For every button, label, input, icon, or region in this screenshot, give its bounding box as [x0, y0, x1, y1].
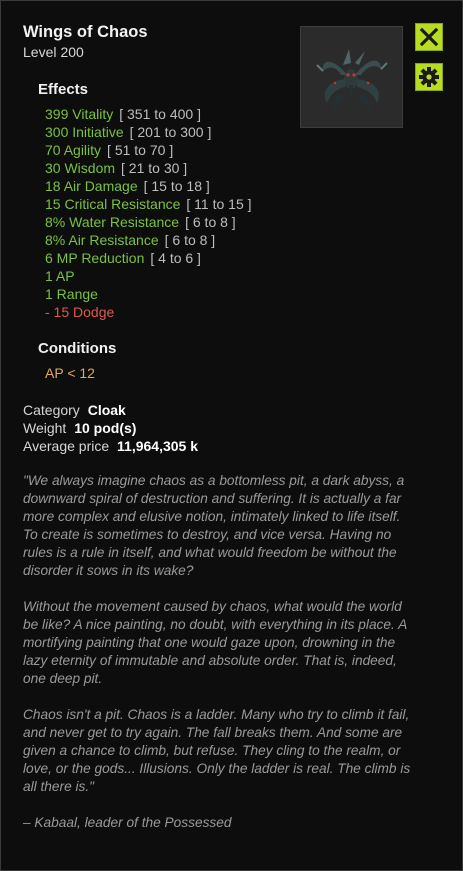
description-paragraph: Chaos isn't a pit. Chaos is a ladder. Ma…: [23, 707, 411, 794]
gear-icon: [419, 67, 439, 87]
effect-row: 1 Range: [45, 285, 252, 303]
category-label: Category: [23, 402, 80, 418]
effect-range: [ 15 to 18 ]: [143, 178, 210, 194]
wings-of-chaos-icon: [316, 49, 388, 113]
effect-range: [ 51 to 70 ]: [107, 142, 174, 158]
effect-row: 30 Wisdom [ 21 to 30 ]: [45, 159, 252, 177]
effect-value: 8% Air Resistance: [45, 232, 159, 248]
effects-heading: Effects: [38, 81, 89, 98]
effects-list: 399 Vitality[ 351 to 400 ] 300 Initiative…: [45, 105, 252, 321]
effect-value: 6 MP Reduction: [45, 250, 145, 266]
condition-value: AP < 12: [45, 365, 95, 381]
effect-range: [ 4 to 6 ]: [150, 250, 201, 266]
effect-row: 1 AP: [45, 267, 252, 285]
weight-value: 10 pod(s): [74, 420, 137, 436]
item-level: Level 200: [23, 44, 84, 60]
effect-range: [ 11 to 15 ]: [186, 196, 252, 212]
effect-row: 8% Air Resistance [ 6 to 8 ]: [45, 231, 252, 249]
level-value: 200: [60, 44, 84, 60]
effect-value: 70 Agility: [45, 142, 102, 158]
effect-range: [ 21 to 30 ]: [121, 160, 188, 176]
close-icon: [419, 27, 439, 47]
price-row: Average price 11,964,305 k: [23, 438, 198, 454]
price-value: 11,964,305 k: [117, 438, 199, 454]
effect-row: 300 Initiative [ 201 to 300 ]: [45, 123, 252, 141]
description-paragraph: "We always imagine chaos as a bottomless…: [23, 473, 405, 578]
effect-value: 30 Wisdom: [45, 160, 116, 176]
effect-row: 6 MP Reduction [ 4 to 6 ]: [45, 249, 252, 267]
effect-range: [ 201 to 300 ]: [129, 124, 212, 140]
effect-value: 8% Water Resistance: [45, 214, 180, 230]
effect-row: 15 Critical Resistance [ 11 to 15 ]: [45, 195, 252, 213]
item-tooltip-panel: Wings of Chaos Level 200 Effects 399 Vit…: [0, 0, 463, 871]
conditions-heading: Conditions: [38, 340, 117, 357]
category-row: Category Cloak: [23, 402, 126, 418]
weight-row: Weight 10 pod(s): [23, 420, 136, 436]
item-description: "We always imagine chaos as a bottomless…: [23, 472, 411, 850]
settings-button[interactable]: [415, 63, 443, 91]
category-value: Cloak: [87, 402, 126, 418]
effect-row: 8% Water Resistance [ 6 to 8 ]: [45, 213, 252, 231]
level-label: Level: [23, 44, 57, 60]
item-image: [300, 26, 403, 128]
effect-value: 15 Critical Resistance: [45, 196, 181, 212]
item-name: Wings of Chaos: [23, 23, 148, 41]
effect-value: 399 Vitality: [45, 106, 114, 122]
effect-value: 18 Air Damage: [45, 178, 138, 194]
effect-value: - 15 Dodge: [45, 304, 115, 320]
effect-row: 18 Air Damage [ 15 to 18 ]: [45, 177, 252, 195]
effect-row: 399 Vitality [ 351 to 400 ]: [45, 105, 252, 123]
weight-label: Weight: [23, 420, 67, 436]
effect-range: [ 351 to 400 ]: [119, 106, 201, 122]
effect-range: [ 6 to 8 ]: [164, 232, 216, 248]
effect-value: 1 Range: [45, 286, 98, 302]
effect-row: - 15 Dodge: [45, 303, 252, 321]
description-attribution: – Kabaal, leader of the Possessed: [23, 815, 232, 830]
effect-row: 70 Agility [ 51 to 70 ]: [45, 141, 252, 159]
description-paragraph: Without the movement caused by chaos, wh…: [23, 599, 407, 686]
close-button[interactable]: [415, 23, 443, 51]
effect-value: 300 Initiative: [45, 124, 124, 140]
price-label: Average price: [23, 438, 110, 454]
effect-value: 1 AP: [45, 268, 75, 284]
effect-range: [ 6 to 8 ]: [185, 214, 236, 230]
